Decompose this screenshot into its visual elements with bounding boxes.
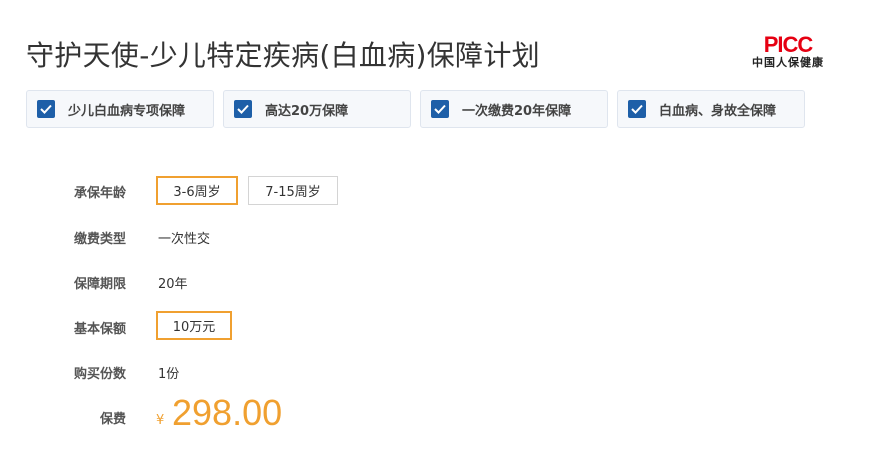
feature-item[interactable]: 高达20万保障 [223, 90, 411, 128]
feature-item[interactable]: 一次缴费20年保障 [420, 90, 608, 128]
basic-coverage-label: 基本保额 [73, 322, 126, 337]
premium-label: 保费 [99, 412, 126, 427]
coverage-period-value: 20年 [158, 277, 188, 292]
checkbox-checked-icon[interactable] [234, 100, 252, 118]
picc-logo: PICC 中国人保健康 [744, 34, 832, 74]
age-label: 承保年龄 [73, 186, 126, 201]
payment-type-value: 一次性交 [158, 232, 211, 247]
currency-symbol: ¥ [156, 413, 165, 428]
payment-type-label: 缴费类型 [73, 232, 126, 247]
quantity-value: 1份 [158, 367, 180, 382]
checkbox-checked-icon[interactable] [37, 100, 55, 118]
checkbox-checked-icon[interactable] [628, 100, 646, 118]
basic-coverage-option-10w[interactable]: 10万元 [156, 311, 232, 340]
feature-item[interactable]: 白血病、身故全保障 [617, 90, 805, 128]
checkbox-checked-icon[interactable] [431, 100, 449, 118]
age-option-7-15[interactable]: 7-15周岁 [248, 176, 338, 205]
feature-label: 高达20万保障 [265, 103, 349, 119]
logo-subtitle: 中国人保健康 [752, 56, 824, 69]
logo-brand: PICC [763, 32, 814, 57]
feature-label: 一次缴费20年保障 [462, 103, 572, 119]
feature-item[interactable]: 少儿白血病专项保障 [26, 90, 214, 128]
age-option-3-6[interactable]: 3-6周岁 [156, 176, 238, 205]
feature-label: 白血病、身故全保障 [659, 103, 777, 119]
product-title: 守护天使-少儿特定疾病(白血病)保障计划 [26, 39, 540, 72]
feature-label: 少儿白血病专项保障 [68, 103, 186, 119]
quantity-label: 购买份数 [73, 367, 126, 382]
premium-amount: 298.00 [172, 392, 283, 433]
coverage-period-label: 保障期限 [73, 277, 126, 292]
